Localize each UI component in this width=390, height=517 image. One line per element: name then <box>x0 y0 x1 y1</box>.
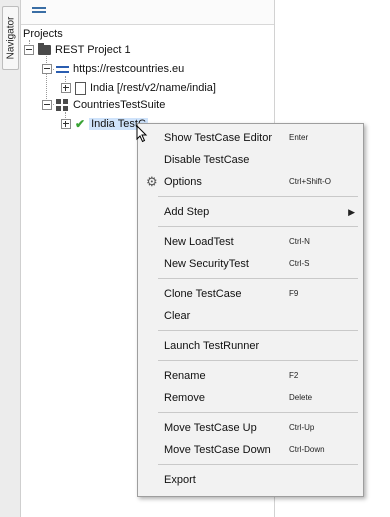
menu-item-shortcut: Ctrl-N <box>289 237 310 246</box>
menu-item-label: New SecurityTest <box>164 258 249 270</box>
menu-item-shortcut: Ctrl-Up <box>289 423 315 432</box>
menu-item-label: Move TestCase Down <box>164 444 271 456</box>
check-icon: ✔ <box>75 117 86 132</box>
menu-separator <box>158 360 358 361</box>
menu-separator <box>158 226 358 227</box>
menu-item-move-testcase-up[interactable]: Move TestCase Up Ctrl-Up <box>138 417 363 439</box>
menu-item-remove[interactable]: Remove Delete <box>138 387 363 409</box>
menu-separator <box>158 330 358 331</box>
menu-item-label: Clear <box>164 310 191 322</box>
tree-item-service[interactable]: https://restcountries.eu <box>42 61 184 77</box>
menu-item-label: New LoadTest <box>164 236 234 248</box>
menu-item-shortcut: Enter <box>289 133 309 142</box>
menu-item-shortcut: Ctrl+Shift-O <box>289 177 332 186</box>
menu-separator <box>158 412 358 413</box>
menu-item-shortcut: Ctrl-S <box>289 259 310 268</box>
menu-separator <box>158 464 358 465</box>
menu-item-rename[interactable]: Rename F2 <box>138 365 363 387</box>
menu-item-shortcut: F2 <box>289 371 299 380</box>
navigator-tab-strip: Navigator <box>0 0 21 517</box>
menu-item-label: Disable TestCase <box>164 154 250 166</box>
rest-service-icon <box>56 64 69 75</box>
menu-item-new-securitytest[interactable]: New SecurityTest Ctrl-S <box>138 253 363 275</box>
menu-item-label: Show TestCase Editor <box>164 132 273 144</box>
project-label: REST Project 1 <box>55 44 131 56</box>
menu-item-disable-testcase[interactable]: Disable TestCase <box>138 149 363 171</box>
menu-item-label: Clone TestCase <box>164 288 242 300</box>
menu-item-clone-testcase[interactable]: Clone TestCase F9 <box>138 283 363 305</box>
menu-separator <box>158 196 358 197</box>
expand-icon[interactable] <box>61 119 71 130</box>
tree-item-testcase[interactable]: ✔ India TestC <box>61 116 148 132</box>
menu-item-shortcut: F9 <box>289 289 299 298</box>
expand-icon[interactable] <box>61 83 71 94</box>
resource-label: India [/rest/v2/name/india] <box>90 82 216 94</box>
menu-item-label: Export <box>164 474 196 486</box>
menu-item-label: Launch TestRunner <box>164 340 260 352</box>
service-label: https://restcountries.eu <box>73 63 185 75</box>
menu-item-label: Options <box>164 176 202 188</box>
menu-item-options[interactable]: ⚙ Options Ctrl+Shift-O <box>138 171 363 193</box>
navigator-tab[interactable]: Navigator <box>2 6 19 70</box>
tree-item-resource[interactable]: India [/rest/v2/name/india] <box>61 80 216 96</box>
menu-separator <box>158 278 358 279</box>
menu-item-export[interactable]: Export <box>138 469 363 491</box>
testsuite-icon <box>56 99 69 112</box>
tree-item-project[interactable]: REST Project 1 <box>24 42 131 58</box>
menu-item-add-step[interactable]: Add Step ▶ <box>138 201 363 223</box>
collapse-icon[interactable] <box>42 64 52 75</box>
collapse-icon[interactable] <box>24 45 34 56</box>
navigator-toolbar <box>21 0 274 25</box>
tree-item-testsuite[interactable]: CountriesTestSuite <box>42 97 165 113</box>
collapse-all-icon[interactable] <box>32 7 46 17</box>
menu-item-move-testcase-down[interactable]: Move TestCase Down Ctrl-Down <box>138 439 363 461</box>
menu-item-shortcut: Ctrl-Down <box>289 445 325 454</box>
menu-item-label: Rename <box>164 370 206 382</box>
menu-item-label: Move TestCase Up <box>164 422 257 434</box>
navigator-tab-label: Navigator <box>5 16 16 60</box>
tree-root-projects: Projects <box>23 26 63 42</box>
folder-icon <box>38 43 51 56</box>
menu-item-new-loadtest[interactable]: New LoadTest Ctrl-N <box>138 231 363 253</box>
testsuite-label: CountriesTestSuite <box>73 99 166 111</box>
tree-root-label: Projects <box>23 28 63 40</box>
menu-item-launch-testrunner[interactable]: Launch TestRunner <box>138 335 363 357</box>
collapse-icon[interactable] <box>42 100 52 111</box>
gear-icon: ⚙ <box>146 174 158 189</box>
resource-icon <box>75 81 86 95</box>
menu-item-label: Remove <box>164 392 205 404</box>
mouse-cursor-icon <box>136 125 148 143</box>
menu-item-show-testcase-editor[interactable]: Show TestCase Editor Enter <box>138 127 363 149</box>
menu-item-clear[interactable]: Clear <box>138 305 363 327</box>
menu-item-label: Add Step <box>164 206 210 218</box>
submenu-arrow-icon: ▶ <box>348 207 355 217</box>
context-menu: Show TestCase Editor Enter Disable TestC… <box>137 123 364 497</box>
menu-item-shortcut: Delete <box>289 393 313 402</box>
